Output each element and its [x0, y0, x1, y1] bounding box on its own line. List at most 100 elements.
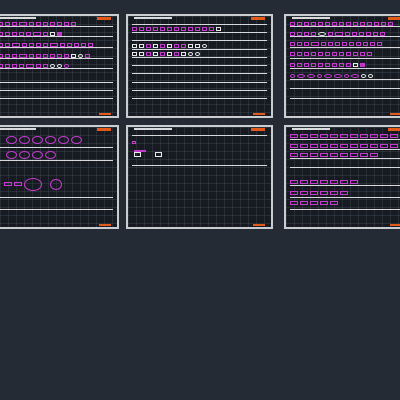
symbol-icon [340, 133, 348, 138]
symbol-row [290, 189, 348, 196]
symbol-icon [12, 31, 17, 36]
symbol-icon [139, 26, 144, 31]
sheet-canvas [0, 127, 117, 227]
symbol-icon [132, 43, 137, 48]
symbol-icon [320, 143, 328, 148]
symbol-icon [390, 143, 398, 148]
symbol-icon [368, 73, 373, 78]
symbol-icon [320, 200, 328, 205]
symbol-icon [50, 31, 55, 36]
sheet-canvas [286, 127, 400, 227]
symbol-icon [339, 51, 344, 56]
symbol-icon [310, 143, 318, 148]
sheet-rule [290, 47, 400, 48]
symbol-row [0, 30, 62, 37]
symbol-icon [0, 53, 3, 58]
sheet-title-bar [292, 128, 330, 130]
symbol-icon [360, 133, 368, 138]
symbol-icon [155, 152, 162, 157]
symbol-icon [78, 53, 83, 58]
drawing-sheet-6[interactable] [284, 125, 400, 229]
symbol-row [132, 42, 207, 49]
symbol-icon [0, 31, 3, 36]
symbol-icon [12, 42, 20, 47]
symbol-icon [153, 51, 158, 56]
symbol-row [132, 50, 200, 57]
symbol-icon [36, 53, 41, 58]
sheet-rule [0, 98, 113, 99]
symbol-icon [297, 41, 302, 46]
symbol-icon [360, 21, 365, 26]
symbol-icon [167, 43, 172, 48]
symbol-row [0, 52, 90, 59]
symbol-icon [310, 190, 318, 195]
symbol-icon [139, 43, 144, 48]
symbol-icon [4, 182, 12, 186]
symbol-row [0, 62, 69, 69]
symbol-icon [57, 31, 62, 36]
symbol-icon [0, 42, 3, 47]
symbol-icon [0, 21, 3, 26]
sheet-rule [290, 88, 400, 89]
symbol-icon [297, 73, 305, 78]
symbol-icon [350, 133, 358, 138]
symbol-icon [318, 62, 323, 67]
symbol-icon [146, 43, 151, 48]
symbol-icon [45, 136, 56, 144]
drawing-sheet-1[interactable] [0, 14, 119, 118]
symbol-icon [29, 21, 34, 26]
symbol-icon [67, 42, 72, 47]
symbol-icon [330, 133, 338, 138]
symbol-icon [360, 62, 365, 67]
symbol-icon [380, 31, 385, 36]
drawing-sheet-2[interactable] [126, 14, 273, 118]
drawing-sheet-3[interactable] [284, 14, 400, 118]
symbol-icon [12, 63, 17, 68]
symbol-icon [12, 21, 17, 26]
symbol-icon [334, 73, 342, 78]
symbol-icon [300, 143, 308, 148]
sheet-footer-accent [390, 113, 400, 115]
symbol-icon [64, 21, 69, 26]
symbol-icon [146, 26, 151, 31]
symbol-icon [325, 21, 330, 26]
symbol-icon [60, 42, 65, 47]
symbol-icon [202, 43, 207, 48]
symbol-icon [356, 41, 361, 46]
symbol-icon [290, 73, 295, 78]
symbol-icon [304, 62, 309, 67]
symbol-row [134, 151, 162, 158]
sheet-rule [290, 167, 400, 168]
sheet-footer-accent [99, 113, 111, 115]
symbol-row [290, 40, 382, 47]
symbol-icon [350, 152, 358, 157]
symbol-icon [36, 21, 41, 26]
symbol-icon [19, 53, 27, 58]
symbol-icon [209, 26, 214, 31]
symbol-icon [32, 136, 43, 144]
symbol-icon [297, 51, 302, 56]
symbol-icon [359, 31, 364, 36]
symbol-icon [57, 53, 62, 58]
sheet-canvas [0, 16, 117, 116]
symbol-icon [330, 143, 338, 148]
symbol-icon [353, 62, 358, 67]
symbol-row [132, 25, 221, 32]
symbol-icon [71, 53, 76, 58]
symbol-row [290, 178, 358, 185]
drawing-sheet-5[interactable] [126, 125, 273, 229]
symbol-icon [26, 31, 31, 36]
symbol-icon [195, 51, 200, 56]
symbol-icon [167, 51, 172, 56]
symbol-icon [26, 63, 34, 68]
symbol-icon [290, 200, 298, 205]
symbol-icon [380, 133, 388, 138]
symbol-icon [330, 200, 338, 205]
symbol-icon [88, 42, 93, 47]
symbol-icon [132, 26, 137, 31]
symbol-icon [300, 133, 308, 138]
symbol-icon [311, 51, 316, 56]
symbol-icon [366, 31, 371, 36]
symbol-icon [335, 31, 343, 36]
drawing-sheet-4[interactable] [0, 125, 119, 229]
